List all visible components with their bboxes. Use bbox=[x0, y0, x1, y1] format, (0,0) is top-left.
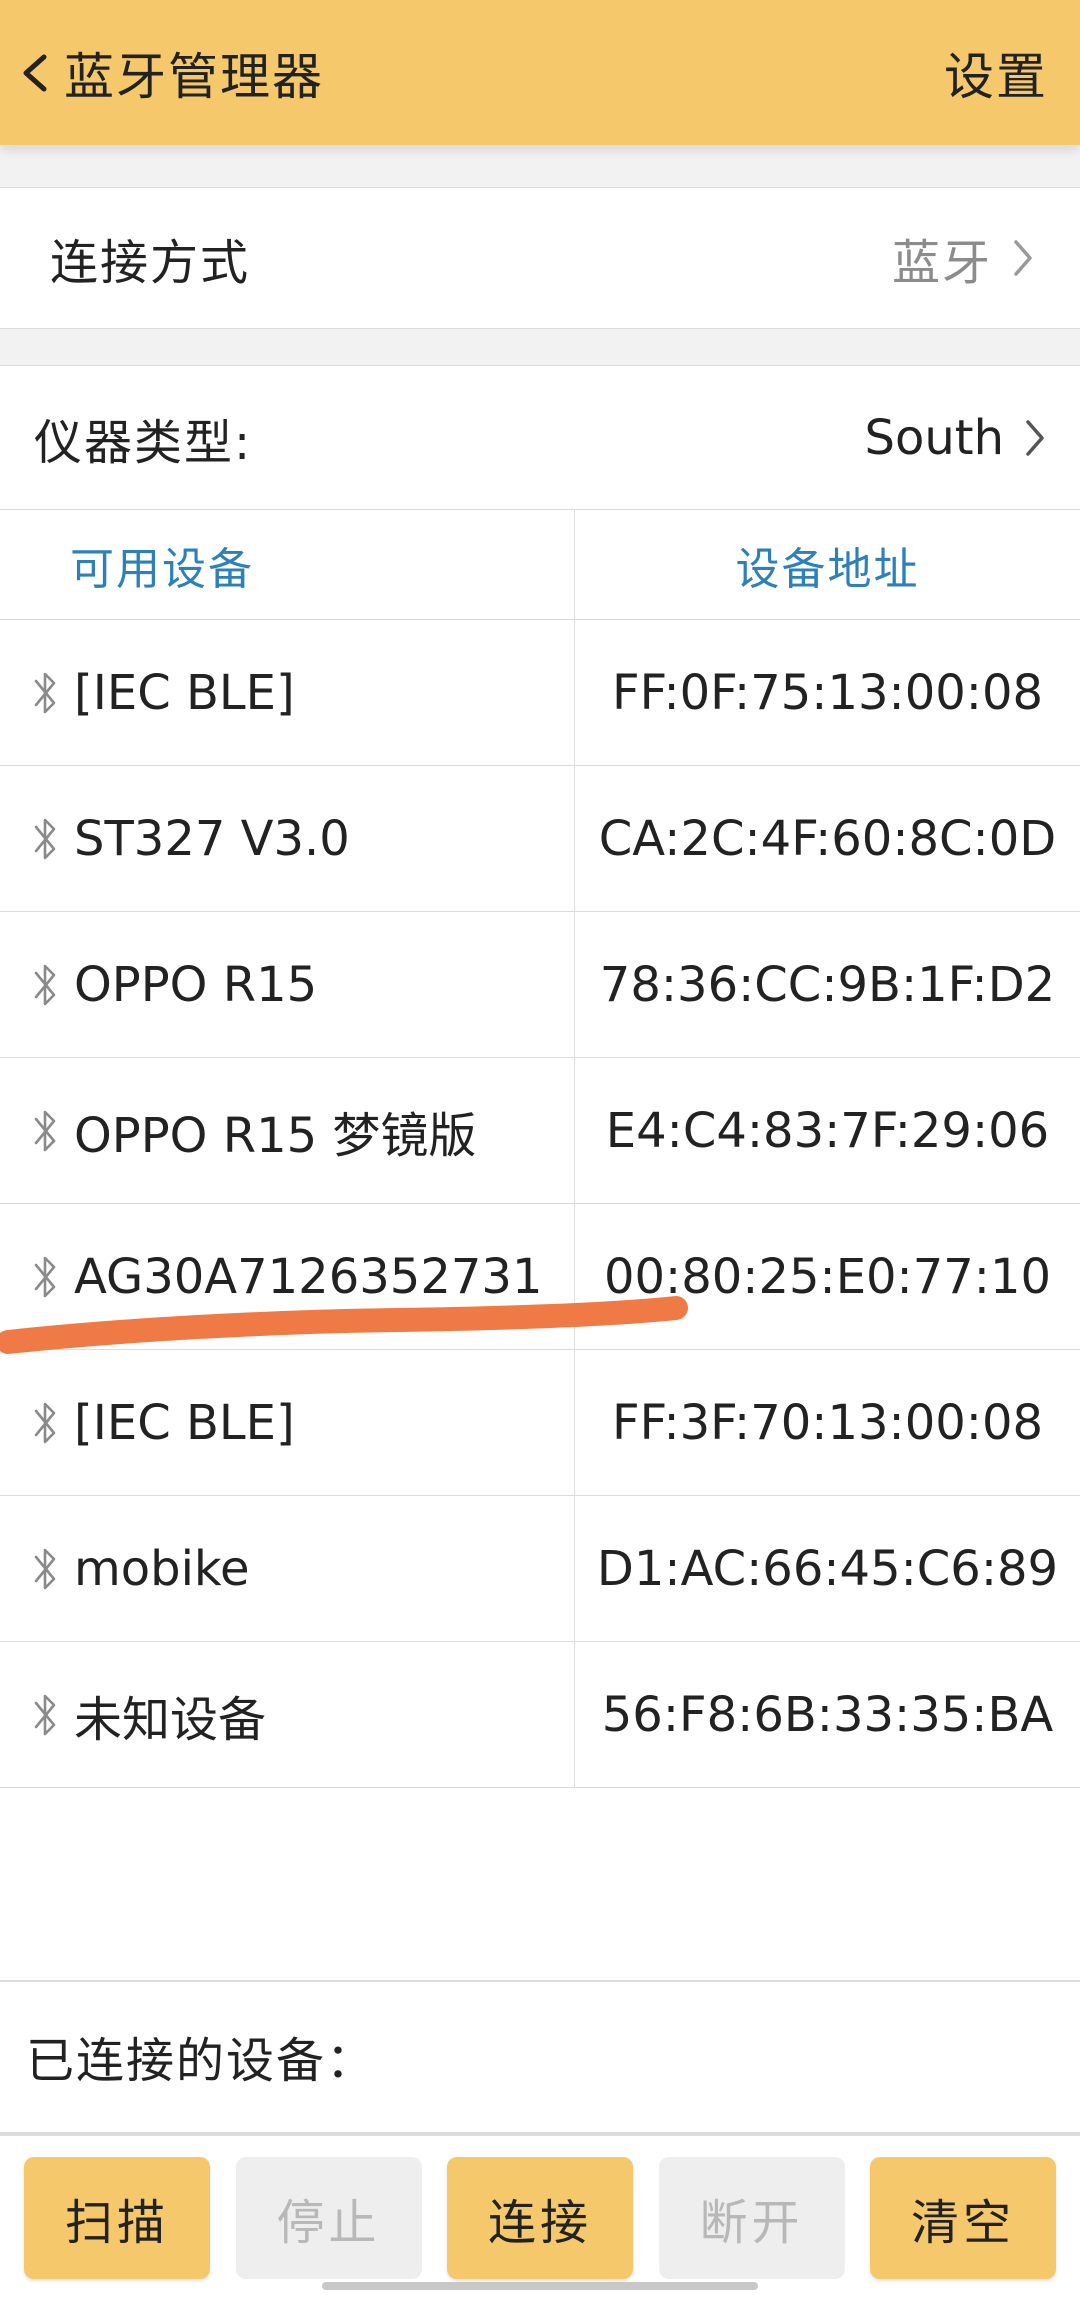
bluetooth-icon bbox=[34, 672, 56, 713]
device-address-cell: 00:80:25:E0:77:10 bbox=[575, 1204, 1080, 1349]
bluetooth-icon bbox=[34, 1694, 56, 1735]
column-header-address: 设备地址 bbox=[735, 543, 920, 595]
column-header-device: 可用设备 bbox=[0, 510, 575, 619]
device-address: 00:80:25:E0:77:10 bbox=[603, 1248, 1052, 1305]
scan-button[interactable]: 扫描 bbox=[24, 2157, 210, 2279]
spacer bbox=[0, 329, 1080, 365]
bluetooth-icon bbox=[34, 1548, 56, 1589]
instrument-type-label: 仪器类型: bbox=[34, 414, 253, 471]
chevron-left-icon bbox=[23, 54, 47, 91]
connected-devices-label: 已连接的设备： bbox=[26, 2033, 377, 2089]
clear-button[interactable]: 清空 bbox=[870, 2157, 1056, 2279]
device-name-cell: AG30A7126352731 bbox=[0, 1204, 575, 1349]
table-header: 可用设备 设备地址 bbox=[0, 510, 1080, 620]
device-name: OPPO R15 梦镜版 bbox=[74, 1107, 477, 1164]
device-name: 未知设备 bbox=[74, 1691, 267, 1748]
connected-devices-section: 已连接的设备： bbox=[0, 1980, 1080, 2130]
device-address: FF:0F:75:13:00:08 bbox=[611, 664, 1044, 721]
table-row[interactable]: ST327 V3.0 CA:2C:4F:60:8C:0D bbox=[0, 766, 1080, 912]
table-row[interactable]: 未知设备 56:F8:6B:33:35:BA bbox=[0, 1642, 1080, 1788]
instrument-type-text: South bbox=[864, 409, 1005, 466]
table-row[interactable]: [IEC BLE] FF:3F:70:13:00:08 bbox=[0, 1350, 1080, 1496]
device-address-cell: FF:3F:70:13:00:08 bbox=[575, 1350, 1080, 1495]
page-title: 蓝牙管理器 bbox=[64, 47, 324, 106]
table-row[interactable]: mobike D1:AC:66:45:C6:89 bbox=[0, 1496, 1080, 1642]
table-row[interactable]: OPPO R15 78:36:CC:9B:1F:D2 bbox=[0, 912, 1080, 1058]
device-address: D1:AC:66:45:C6:89 bbox=[596, 1540, 1059, 1597]
connection-method-label: 连接方式 bbox=[50, 235, 251, 291]
spacer bbox=[0, 145, 1080, 187]
device-address-cell: CA:2C:4F:60:8C:0D bbox=[575, 766, 1080, 911]
bluetooth-icon bbox=[34, 818, 56, 859]
device-address-cell: 78:36:CC:9B:1F:D2 bbox=[575, 912, 1080, 1057]
device-name-cell: OPPO R15 bbox=[0, 912, 575, 1057]
bluetooth-icon bbox=[34, 964, 56, 1005]
device-address: 56:F8:6B:33:35:BA bbox=[601, 1686, 1054, 1743]
device-name: AG30A7126352731 bbox=[74, 1248, 543, 1305]
device-address-cell: E4:C4:83:7F:29:06 bbox=[575, 1058, 1080, 1203]
connect-button[interactable]: 连接 bbox=[447, 2157, 633, 2279]
bluetooth-manager-screen: 蓝牙管理器 设置 连接方式 蓝牙 仪器类型: South 可用设备 设备地址 [… bbox=[0, 0, 1080, 2300]
device-list: [IEC BLE] FF:0F:75:13:00:08 ST327 V3.0 CA:2… bbox=[0, 620, 1080, 1788]
connection-method-text: 蓝牙 bbox=[891, 235, 992, 291]
device-name: OPPO R15 bbox=[74, 956, 318, 1013]
connection-method-value: 蓝牙 bbox=[892, 223, 1034, 293]
chevron-right-icon bbox=[1026, 419, 1044, 456]
app-header: 蓝牙管理器 设置 bbox=[0, 0, 1080, 145]
instrument-type-row[interactable]: 仪器类型: South bbox=[0, 365, 1080, 510]
device-address: 78:36:CC:9B:1F:D2 bbox=[599, 956, 1056, 1013]
disconnect-button[interactable]: 断开 bbox=[658, 2157, 845, 2279]
instrument-type-value: South bbox=[865, 410, 1047, 466]
device-name: ST327 V3.0 bbox=[74, 810, 350, 867]
home-indicator[interactable] bbox=[322, 2282, 758, 2290]
devices-table: 可用设备 设备地址 [IEC BLE] FF:0F:75:13:00:08 ST32… bbox=[0, 510, 1080, 1788]
bluetooth-icon bbox=[34, 1110, 56, 1151]
device-name: mobike bbox=[74, 1540, 250, 1597]
device-name: [IEC BLE] bbox=[74, 1394, 295, 1451]
device-name-cell: mobike bbox=[0, 1496, 575, 1641]
device-name-cell: [IEC BLE] bbox=[0, 1350, 575, 1495]
device-address-cell: 56:F8:6B:33:35:BA bbox=[575, 1642, 1080, 1787]
action-bar: 扫描 停止 连接 断开 清空 bbox=[0, 2132, 1080, 2300]
table-row[interactable]: OPPO R15 梦镜版 E4:C4:83:7F:29:06 bbox=[0, 1058, 1080, 1204]
device-address: E4:C4:83:7F:29:06 bbox=[605, 1102, 1050, 1159]
table-row[interactable]: AG30A7126352731 00:80:25:E0:77:10 bbox=[0, 1204, 1080, 1350]
device-name-cell: OPPO R15 梦镜版 bbox=[0, 1058, 575, 1203]
bluetooth-icon bbox=[34, 1256, 56, 1297]
device-name-cell: ST327 V3.0 bbox=[0, 766, 575, 911]
chevron-right-icon bbox=[1014, 240, 1032, 276]
bluetooth-icon bbox=[34, 1402, 56, 1443]
stop-button[interactable]: 停止 bbox=[235, 2157, 422, 2279]
device-name-cell: 未知设备 bbox=[0, 1642, 575, 1787]
device-address: FF:3F:70:13:00:08 bbox=[611, 1394, 1044, 1451]
device-name: [IEC BLE] bbox=[74, 664, 295, 721]
table-row[interactable]: [IEC BLE] FF:0F:75:13:00:08 bbox=[0, 620, 1080, 766]
device-name-cell: [IEC BLE] bbox=[0, 620, 575, 765]
device-address: CA:2C:4F:60:8C:0D bbox=[598, 810, 1057, 867]
back-button[interactable]: 蓝牙管理器 bbox=[18, 0, 324, 145]
device-address-cell: D1:AC:66:45:C6:89 bbox=[575, 1496, 1080, 1641]
device-address-cell: FF:0F:75:13:00:08 bbox=[575, 620, 1080, 765]
settings-button[interactable]: 设置 bbox=[944, 37, 1048, 109]
connection-method-row[interactable]: 连接方式 蓝牙 bbox=[0, 187, 1080, 329]
